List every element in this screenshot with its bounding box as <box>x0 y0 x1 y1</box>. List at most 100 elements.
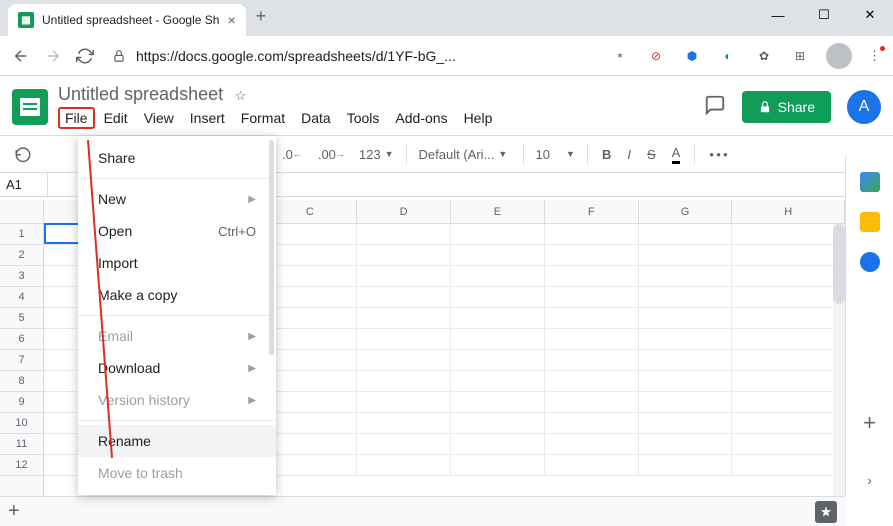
cell[interactable] <box>639 266 733 286</box>
row-header[interactable]: 9 <box>0 392 43 413</box>
cell[interactable] <box>639 287 733 307</box>
vertical-scrollbar[interactable] <box>833 224 845 496</box>
menu-insert[interactable]: Insert <box>183 107 232 129</box>
cell[interactable] <box>451 455 545 475</box>
menu-item-new[interactable]: New▶ <box>78 183 276 215</box>
menu-data[interactable]: Data <box>294 107 338 129</box>
row-header[interactable]: 8 <box>0 371 43 392</box>
increase-decimal-button[interactable]: .00→ <box>312 143 351 166</box>
cell[interactable] <box>451 308 545 328</box>
cell[interactable] <box>451 245 545 265</box>
cell[interactable] <box>545 455 639 475</box>
cell[interactable] <box>451 224 545 244</box>
cell[interactable] <box>451 434 545 454</box>
cell[interactable] <box>451 371 545 391</box>
explore-button[interactable] <box>815 501 837 523</box>
cell[interactable] <box>732 392 845 412</box>
cell[interactable] <box>357 350 451 370</box>
column-header[interactable]: D <box>357 200 451 223</box>
column-header[interactable]: C <box>263 200 357 223</box>
back-button[interactable] <box>12 47 30 65</box>
reload-button[interactable] <box>76 47 94 65</box>
cell[interactable] <box>263 413 357 433</box>
cell[interactable] <box>357 455 451 475</box>
menu-help[interactable]: Help <box>457 107 500 129</box>
font-size-select[interactable]: 10▼ <box>532 145 579 164</box>
cell[interactable] <box>545 329 639 349</box>
cell[interactable] <box>732 245 845 265</box>
row-header[interactable]: 7 <box>0 350 43 371</box>
cell[interactable] <box>639 350 733 370</box>
cell[interactable] <box>357 329 451 349</box>
cell[interactable] <box>263 224 357 244</box>
account-avatar[interactable]: A <box>847 90 881 124</box>
cell[interactable] <box>639 434 733 454</box>
cell[interactable] <box>545 245 639 265</box>
row-header[interactable]: 6 <box>0 329 43 350</box>
row-header[interactable]: 1 <box>0 224 43 245</box>
new-tab-button[interactable]: + <box>246 6 277 27</box>
cell[interactable] <box>357 245 451 265</box>
menu-item-make-copy[interactable]: Make a copy <box>78 279 276 311</box>
side-panel-toggle[interactable]: › <box>867 473 871 488</box>
cell[interactable] <box>639 224 733 244</box>
menu-item-share[interactable]: Share <box>78 142 276 174</box>
cell[interactable] <box>732 224 845 244</box>
cell[interactable] <box>545 371 639 391</box>
cell[interactable] <box>545 350 639 370</box>
minimize-button[interactable]: — <box>755 0 801 30</box>
menu-item-import[interactable]: Import <box>78 247 276 279</box>
cell[interactable] <box>263 245 357 265</box>
calendar-addon-icon[interactable] <box>860 172 880 192</box>
cell[interactable] <box>263 350 357 370</box>
row-header[interactable]: 5 <box>0 308 43 329</box>
comments-icon[interactable] <box>704 94 726 119</box>
row-header[interactable]: 2 <box>0 245 43 266</box>
font-family-select[interactable]: Default (Ari...▼ <box>415 145 515 164</box>
cell[interactable] <box>357 266 451 286</box>
close-window-button[interactable]: ✕ <box>847 0 893 30</box>
menu-addons[interactable]: Add-ons <box>388 107 454 129</box>
toolbar-more-button[interactable]: ●●● <box>703 146 736 163</box>
cell[interactable] <box>263 308 357 328</box>
share-button[interactable]: Share <box>742 91 831 123</box>
cell[interactable] <box>451 266 545 286</box>
cell[interactable] <box>732 455 845 475</box>
add-addon-button[interactable]: + <box>863 410 876 436</box>
row-header[interactable]: 12 <box>0 455 43 476</box>
cell[interactable] <box>545 308 639 328</box>
cell[interactable] <box>732 350 845 370</box>
tab-close-icon[interactable]: × <box>227 12 235 28</box>
sheets-logo[interactable] <box>12 89 48 125</box>
maximize-button[interactable]: ☐ <box>801 0 847 30</box>
browser-tab[interactable]: ▦ Untitled spreadsheet - Google Sh × <box>8 4 246 36</box>
cell[interactable] <box>732 266 845 286</box>
browser-menu-icon[interactable]: ⋮ <box>868 48 881 64</box>
document-title[interactable]: Untitled spreadsheet <box>58 84 223 105</box>
cell[interactable] <box>357 434 451 454</box>
cell[interactable] <box>639 392 733 412</box>
text-color-button[interactable]: A <box>666 141 687 168</box>
menu-item-move-to-trash[interactable]: Move to trash <box>78 457 276 489</box>
cell[interactable] <box>732 371 845 391</box>
strikethrough-button[interactable]: S <box>641 143 662 166</box>
cell[interactable] <box>263 371 357 391</box>
italic-button[interactable]: I <box>621 143 637 166</box>
cell[interactable] <box>263 287 357 307</box>
menu-scrollbar[interactable] <box>269 140 274 355</box>
cell[interactable] <box>639 413 733 433</box>
cell[interactable] <box>263 434 357 454</box>
cell[interactable] <box>357 371 451 391</box>
menu-file[interactable]: File <box>58 107 95 129</box>
cell[interactable] <box>545 392 639 412</box>
name-box[interactable]: A1 <box>0 173 48 196</box>
cell[interactable] <box>451 329 545 349</box>
menu-tools[interactable]: Tools <box>340 107 387 129</box>
cell[interactable] <box>263 266 357 286</box>
undo-button[interactable] <box>8 141 38 167</box>
select-all-corner[interactable] <box>0 200 44 224</box>
cell[interactable] <box>357 287 451 307</box>
row-header[interactable]: 4 <box>0 287 43 308</box>
ext-icon-2[interactable]: ⬢ <box>682 46 702 66</box>
cell[interactable] <box>545 413 639 433</box>
